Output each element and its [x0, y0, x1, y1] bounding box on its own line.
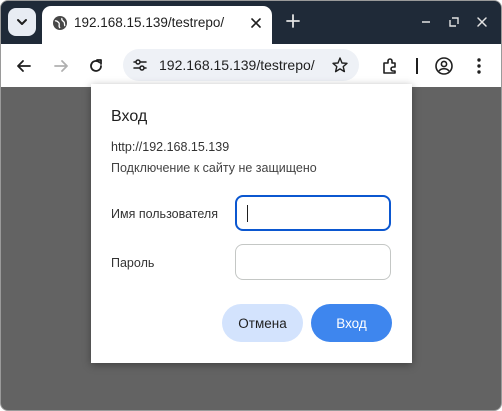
- tab-active[interactable]: 192.168.15.139/testrepo/: [42, 6, 272, 44]
- window-close-icon[interactable]: [475, 15, 489, 29]
- login-button[interactable]: Вход: [311, 304, 392, 342]
- browser-window: 192.168.15.139/testrepo/ 192.168.15.139/…: [0, 0, 502, 411]
- auth-dialog: Вход http://192.168.15.139 Подключение к…: [91, 84, 412, 363]
- username-label: Имя пользователя: [111, 207, 218, 221]
- restore-icon[interactable]: [447, 15, 461, 29]
- chevron-down-icon: [17, 19, 27, 25]
- tab-title: 192.168.15.139/testrepo/: [74, 15, 225, 30]
- username-input[interactable]: [237, 197, 389, 229]
- toolbar-divider: [416, 58, 418, 74]
- username-field[interactable]: [235, 195, 391, 231]
- password-label: Пароль: [111, 256, 155, 270]
- close-icon[interactable]: [249, 16, 263, 30]
- address-bar[interactable]: 192.168.15.139/testrepo/: [123, 49, 359, 81]
- arrow-right-icon[interactable]: [51, 56, 71, 76]
- cancel-button[interactable]: Отмена: [222, 304, 303, 342]
- dialog-title: Вход: [111, 108, 148, 125]
- arrow-left-icon[interactable]: [14, 56, 34, 76]
- star-icon[interactable]: [331, 56, 349, 74]
- minimize-icon[interactable]: [419, 15, 433, 29]
- puzzle-icon[interactable]: [380, 56, 400, 76]
- text-caret: [247, 205, 248, 222]
- reload-icon[interactable]: [86, 56, 106, 76]
- plus-icon[interactable]: [285, 13, 301, 29]
- insecure-warning: Подключение к сайту не защищено: [111, 161, 317, 175]
- password-input[interactable]: [235, 244, 391, 280]
- profile-icon[interactable]: [434, 56, 454, 76]
- address-url: 192.168.15.139/testrepo/: [159, 57, 315, 73]
- kebab-icon[interactable]: [469, 56, 489, 76]
- tab-strip: 192.168.15.139/testrepo/: [1, 1, 501, 44]
- dialog-origin: http://192.168.15.139: [111, 140, 230, 154]
- tune-icon[interactable]: [131, 56, 149, 74]
- globe-icon: [53, 16, 67, 30]
- tab-search-button[interactable]: [8, 8, 36, 36]
- toolbar: 192.168.15.139/testrepo/: [1, 44, 501, 87]
